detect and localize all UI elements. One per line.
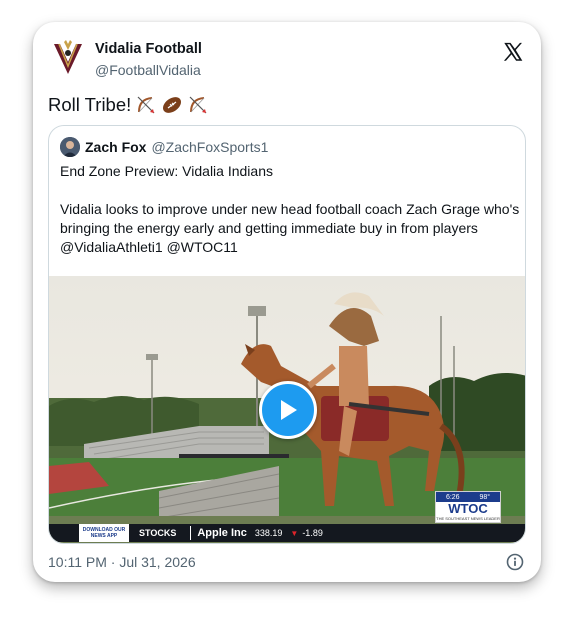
play-icon: [281, 400, 297, 420]
bug-time: 6:26: [445, 493, 460, 501]
quoted-line-gap: [60, 181, 522, 200]
author-names: Vidalia Football @FootballVidalia: [95, 40, 202, 80]
quoted-tweet[interactable]: Zach Fox @ZachFoxSports1 End Zone Previe…: [48, 125, 526, 544]
video-thumbnail[interactable]: 6:26 98° WTOC THE SOUTHEAST NEWS LEADER …: [49, 276, 525, 543]
author-handle[interactable]: @FootballVidalia: [95, 60, 202, 80]
quoted-header: Zach Fox @ZachFoxSports1: [60, 137, 268, 157]
tweet-header: Vidalia Football @FootballVidalia: [48, 38, 526, 86]
down-arrow-icon: ▼: [290, 528, 299, 538]
ticker-change: -1.89: [302, 528, 323, 538]
quoted-headline: End Zone Preview: Vidalia Indians: [60, 163, 273, 179]
football-icon: [163, 97, 182, 113]
ticker-app-promo: DOWNLOAD OUR NEWS APP: [79, 524, 129, 542]
tweet-timestamp[interactable]: 10:11 PM · Jul 31, 2026: [48, 554, 196, 570]
ticker-price: 338.19: [254, 528, 283, 538]
quoted-line: Vidalia looks to improve under new head …: [60, 201, 520, 217]
ticker-company: Apple Inc: [197, 527, 247, 539]
quoted-line: bringing the energy early and getting im…: [60, 220, 478, 236]
bow-and-arrow-icon: [137, 96, 155, 114]
station-bug: 6:26 98° WTOC THE SOUTHEAST NEWS LEADER: [435, 491, 501, 523]
ticker-divider: [190, 526, 192, 540]
info-icon[interactable]: [506, 553, 524, 571]
ticker-section: STOCKS: [139, 528, 177, 538]
tweet-text-content: Roll Tribe!: [48, 94, 132, 115]
bug-temp: 98°: [479, 493, 491, 501]
quoted-handle[interactable]: @ZachFoxSports1: [151, 139, 268, 155]
play-button[interactable]: [259, 381, 317, 439]
vidalia-logo-icon: [54, 40, 82, 74]
bow-and-arrow-icon: [189, 96, 207, 114]
tweet-footer: 10:11 PM · Jul 31, 2026: [48, 552, 526, 572]
author-avatar[interactable]: [48, 38, 88, 78]
news-ticker: DOWNLOAD OUR NEWS APP STOCKS Apple Inc 3…: [49, 524, 525, 542]
station-logo: WTOC: [448, 501, 488, 516]
quoted-avatar[interactable]: [60, 137, 80, 157]
tweet-text: Roll Tribe!: [48, 94, 209, 116]
quoted-text: End Zone Preview: Vidalia Indians Vidali…: [60, 162, 522, 257]
quoted-display-name[interactable]: Zach Fox: [85, 139, 146, 155]
x-logo-icon[interactable]: [502, 41, 524, 63]
tweet-card[interactable]: Vidalia Football @FootballVidalia Roll T…: [33, 22, 541, 582]
station-tagline: THE SOUTHEAST NEWS LEADER: [436, 516, 500, 521]
author-display-name[interactable]: Vidalia Football: [95, 40, 202, 58]
quoted-mentions[interactable]: @VidaliaAthleti1 @WTOC11: [60, 238, 522, 257]
